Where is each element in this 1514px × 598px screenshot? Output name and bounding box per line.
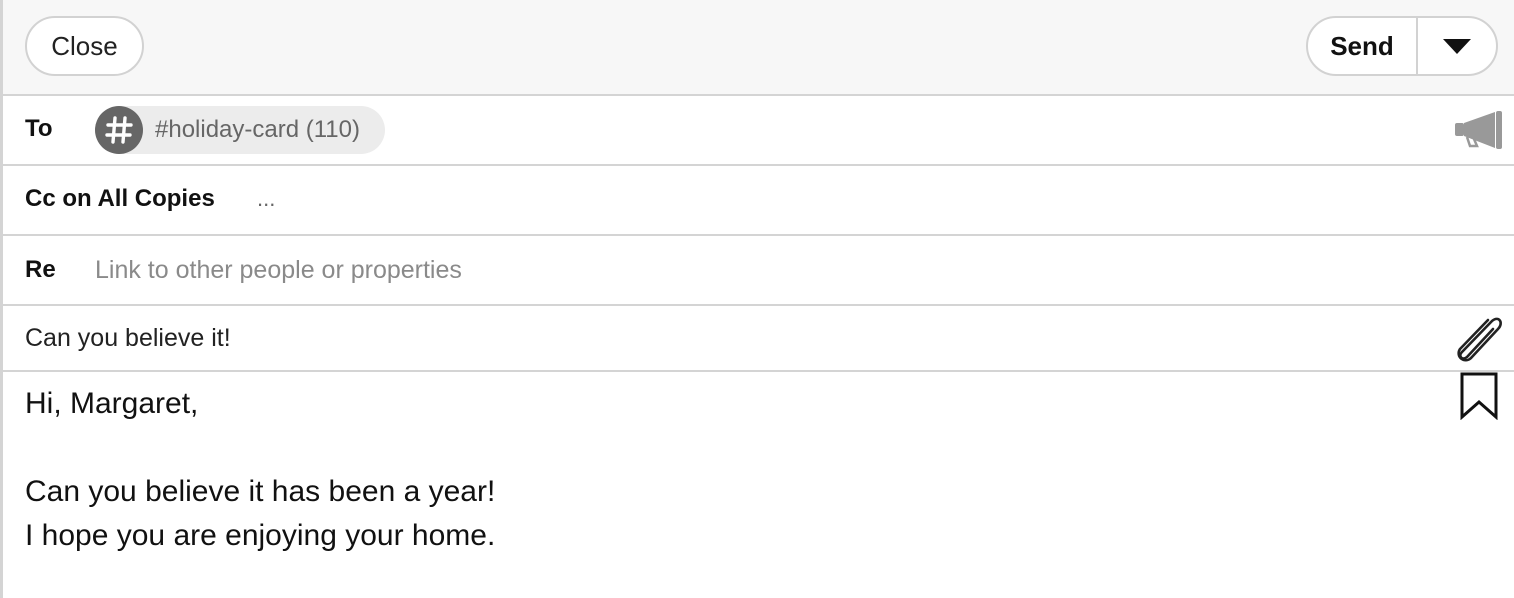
recipient-chip[interactable]: #holiday-card (110) <box>95 106 385 154</box>
send-button-group: Send <box>1306 16 1498 76</box>
subject-row <box>3 306 1514 372</box>
body-line: I hope you are enjoying your home. <box>25 519 496 552</box>
body-line <box>25 426 1425 470</box>
composer-toolbar: Close Send <box>3 0 1514 96</box>
cc-row: Cc on All Copies ... <box>3 166 1514 236</box>
megaphone-icon[interactable] <box>1453 110 1505 150</box>
subject-input[interactable] <box>25 318 1425 358</box>
re-row: Re <box>3 236 1514 306</box>
paperclip-icon[interactable] <box>1451 314 1507 364</box>
cc-field[interactable]: ... <box>257 186 275 212</box>
hashtag-icon <box>95 106 143 154</box>
cc-label: Cc on All Copies <box>25 185 215 212</box>
body-line: Can you believe it has been a year! <box>25 475 496 508</box>
message-body[interactable]: Hi, Margaret, Can you believe it has bee… <box>25 382 1425 592</box>
re-link-input[interactable] <box>95 250 1395 290</box>
re-label: Re <box>25 256 56 283</box>
recipient-chip-label: #holiday-card (110) <box>155 116 360 143</box>
send-options-button[interactable] <box>1418 18 1496 74</box>
close-button[interactable]: Close <box>25 16 144 76</box>
to-label: To <box>25 115 53 142</box>
caret-down-icon <box>1443 39 1471 54</box>
send-button[interactable]: Send <box>1308 18 1418 74</box>
bookmark-icon[interactable] <box>1459 372 1499 420</box>
body-line: Hi, Margaret, <box>25 387 199 420</box>
email-composer: Close Send To #holiday-card (110) Cc on … <box>0 0 1514 598</box>
to-row: To #holiday-card (110) <box>3 96 1514 166</box>
